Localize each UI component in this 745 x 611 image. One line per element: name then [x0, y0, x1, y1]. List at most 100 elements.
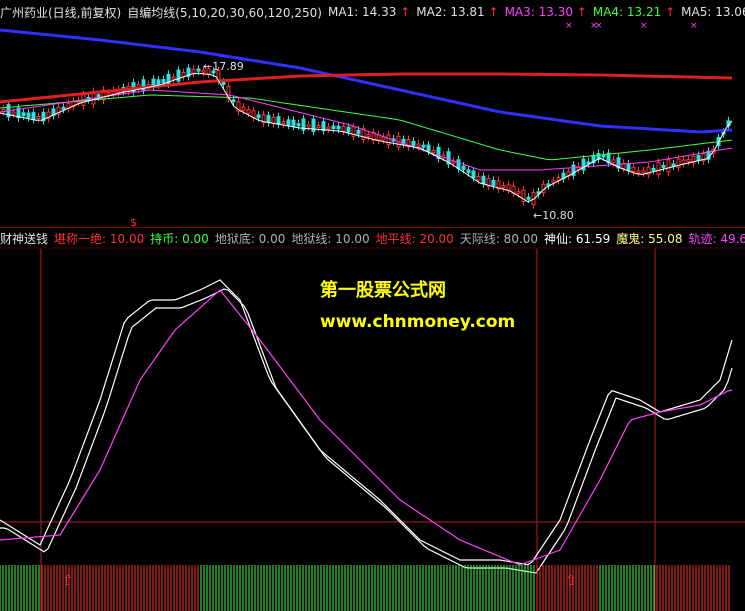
candle-body — [36, 116, 41, 120]
candle-body — [466, 169, 471, 173]
candle-body — [526, 196, 531, 200]
candle-body — [221, 81, 226, 86]
candle-body — [241, 106, 246, 111]
oscillator-name: 财神送钱 — [0, 231, 49, 246]
indicator-field-8: 魔鬼: 55.08 — [616, 231, 683, 246]
candle-body — [481, 175, 486, 185]
ma-label-5: MA5: 13.06 ↑ — [681, 5, 745, 19]
candle-body — [96, 94, 101, 98]
ma-label-2: MA2: 13.81 ↑ — [416, 5, 499, 19]
candle-body — [341, 125, 346, 132]
ma-label-3: MA3: 13.30 ↑ — [504, 5, 587, 19]
candle-body — [491, 179, 496, 186]
candle-body — [516, 191, 521, 195]
candle-body — [611, 159, 616, 164]
candle-body — [306, 124, 311, 128]
candle-body — [501, 185, 506, 189]
candle-body — [326, 126, 331, 130]
candle-body — [696, 155, 701, 161]
candle-body — [231, 99, 236, 103]
candle-body — [196, 68, 201, 72]
candle-body — [296, 123, 301, 127]
candle-body — [641, 170, 646, 174]
indicator-field-2: 持币: 0.00 — [150, 231, 209, 246]
candle-body — [666, 159, 671, 173]
candle-body — [256, 114, 261, 119]
stock-title: 广州药业(日线,前复权) — [0, 5, 122, 20]
candle-body — [636, 170, 641, 174]
candle-body — [191, 68, 196, 74]
up-arrow-icon: ↑ — [484, 5, 499, 19]
candle-body — [551, 180, 556, 184]
high-price-label: ←17.89 — [203, 60, 244, 73]
chart-canvas: × ×× × ×←17.89←10.80$⇧ ⇧ — [0, 21, 745, 611]
candle-body — [346, 126, 351, 133]
candle-body — [416, 143, 421, 147]
candle-body — [431, 149, 436, 153]
price-panel-header: 广州药业(日线,前复权) 自编均线(5,10,20,30,60,120,250)… — [0, 2, 745, 22]
candle-body — [316, 124, 321, 128]
candle-body — [291, 119, 296, 127]
candle-body — [366, 134, 371, 138]
candle-body — [626, 163, 631, 171]
candle-body — [246, 109, 251, 114]
candle-body — [61, 106, 66, 110]
candle-body — [11, 111, 16, 115]
candle-body — [686, 159, 691, 163]
indicator-field-7: 神仙: 61.59 — [544, 231, 611, 246]
candle-body — [471, 170, 476, 179]
candle-body — [266, 114, 271, 123]
candle-body — [331, 125, 336, 130]
indicator-field-1: 堪称一绝: 10.00 — [54, 231, 145, 246]
candle-body — [651, 167, 656, 171]
candle-body — [426, 144, 431, 152]
candle-body — [661, 164, 666, 168]
candle-body — [281, 121, 286, 125]
ma250-line — [0, 72, 733, 104]
indicator-field-3: 地狱底: 0.00 — [214, 231, 286, 246]
candle-body — [656, 162, 661, 175]
up-arrow-icon: ↑ — [572, 5, 587, 19]
candle-body — [461, 165, 466, 170]
ma120-line — [0, 28, 733, 134]
cross-mark: × — [640, 21, 648, 31]
candle-body — [336, 125, 341, 130]
ma30-line — [0, 89, 733, 171]
candle-body — [171, 76, 176, 80]
candle-body — [276, 116, 281, 125]
candle-body — [476, 175, 481, 181]
candle-body — [671, 163, 676, 167]
candle-body — [156, 79, 161, 86]
indicator-field-4: 地狱线: 10.00 — [291, 231, 370, 246]
candle-body — [411, 140, 416, 146]
candle-body — [26, 112, 31, 118]
watermark-title: 第一股票公式网 — [320, 280, 446, 301]
candle-body — [456, 159, 461, 170]
watermark-url: www.chnmoney.com — [320, 312, 516, 332]
cross-mark: × — [565, 21, 573, 31]
indicator-field-5: 地平线: 20.00 — [375, 231, 454, 246]
ma-label-4: MA4: 13.21 ↑ — [592, 5, 676, 19]
candle-body — [356, 129, 361, 135]
candle-body — [681, 159, 686, 164]
ma-label-1: MA1: 14.33 ↑ — [327, 5, 411, 19]
candle-body — [506, 184, 511, 191]
candle-body — [106, 92, 111, 96]
low-price-label: ←10.80 — [533, 209, 574, 222]
candle-body — [381, 136, 386, 141]
up-arrow-icon: ↑ — [661, 5, 676, 19]
candle-body — [421, 144, 426, 148]
candle-body — [31, 112, 36, 120]
indicator-field-9: 轨迹: 49.64 — [688, 231, 745, 246]
candle-body — [271, 116, 276, 124]
candle-body — [161, 79, 166, 84]
buy-signal-icon: ⇧ — [62, 573, 74, 589]
cross-mark: × — [690, 21, 698, 31]
candle-body — [631, 166, 636, 173]
buy-signal-icon: ⇧ — [565, 573, 577, 589]
candle-body — [286, 119, 291, 126]
ma5-line — [0, 72, 733, 203]
indicator-field-6: 天际线: 80.00 — [459, 231, 539, 246]
cross-mark: × — [595, 21, 603, 31]
up-arrow-icon: ↑ — [396, 5, 411, 19]
